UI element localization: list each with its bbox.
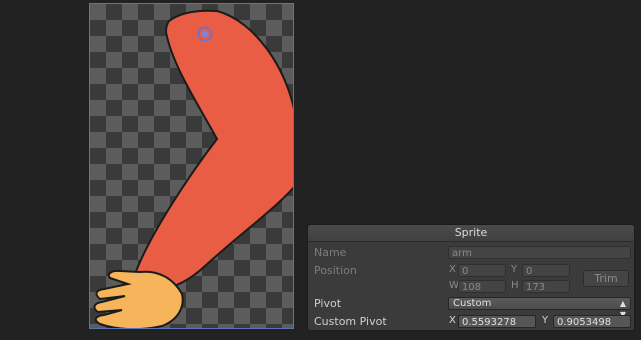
size-h-axis-label: H [511, 280, 519, 291]
size-h-field[interactable]: 173 [522, 280, 570, 293]
hand-sprite [93, 269, 184, 328]
custom-pivot-label: Custom Pivot [314, 315, 387, 328]
custom-pivot-y-axis-label: Y [542, 315, 549, 326]
position-label: Position [314, 264, 357, 277]
name-label: Name [314, 246, 347, 259]
position-x-field[interactable]: 0 [458, 264, 506, 277]
trim-button[interactable]: Trim [583, 270, 629, 287]
position-y-field[interactable]: 0 [522, 264, 570, 277]
position-y-axis-label: Y [511, 264, 518, 275]
pivot-label: Pivot [314, 297, 342, 310]
position-x-axis-label: X [449, 264, 456, 275]
custom-pivot-y-field[interactable]: 0.9053498 [553, 315, 631, 328]
panel-title: Sprite [308, 225, 634, 242]
name-field[interactable]: arm [448, 246, 631, 259]
arm-sprite [133, 9, 293, 292]
sprite-preview[interactable] [89, 3, 294, 329]
custom-pivot-x-axis-label: X [449, 315, 456, 326]
size-w-field[interactable]: 108 [458, 280, 506, 293]
custom-pivot-x-field[interactable]: 0.5593278 [458, 315, 536, 328]
pivot-dropdown-value: Custom [453, 298, 492, 309]
sprite-editor-panel: Sprite Name arm Position X 0 Y 0 W 108 H… [307, 224, 635, 331]
sprite-canvas [93, 9, 293, 328]
pivot-dropdown[interactable]: Custom ▲▼ [448, 297, 631, 319]
